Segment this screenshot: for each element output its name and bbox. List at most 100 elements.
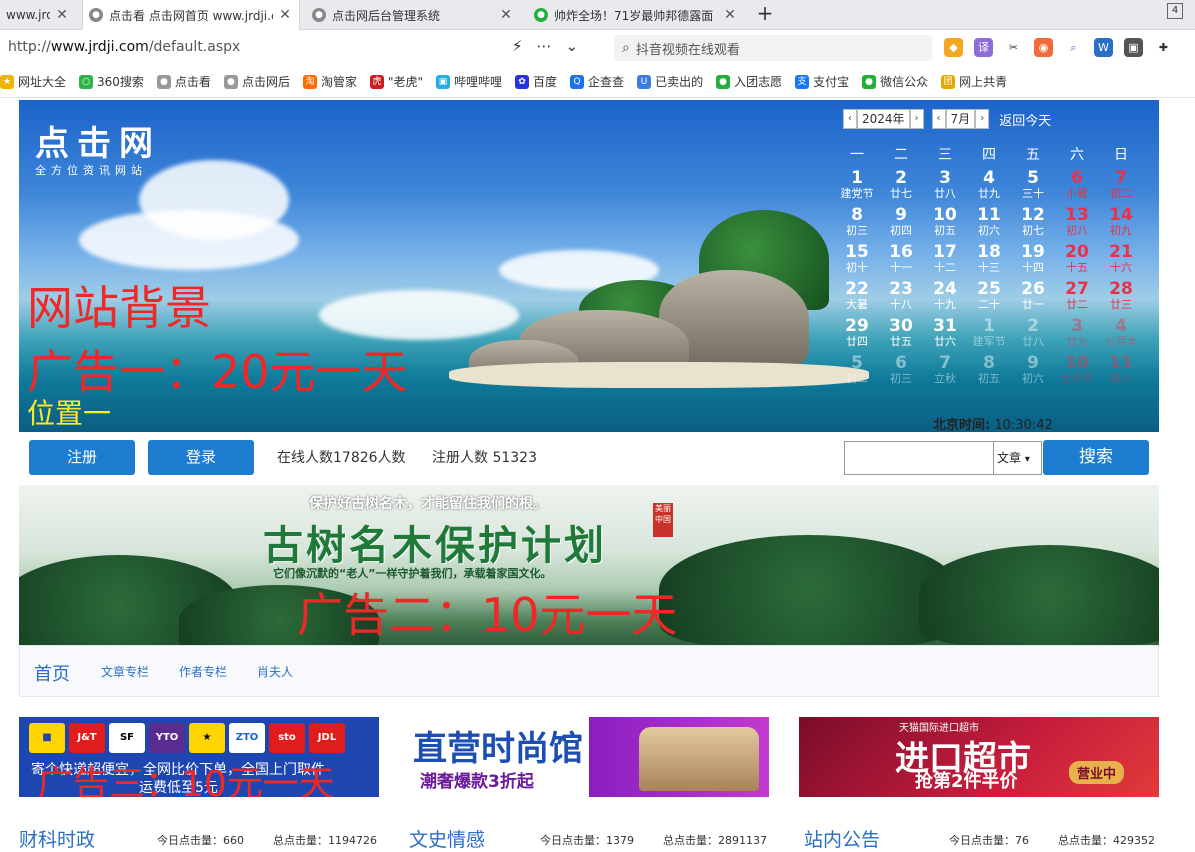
- calendar-day[interactable]: 8 初三: [835, 207, 879, 244]
- new-tab-button[interactable]: +: [754, 2, 776, 26]
- calendar-day[interactable]: 14 初九: [1099, 207, 1143, 244]
- browser-tab[interactable]: www.jrdji.com ✕: [0, 0, 76, 30]
- browser-tab-active[interactable]: ● 点击看 点击网首页 www.jrdji.com ✕: [82, 0, 300, 30]
- bookmark-item[interactable]: U 已卖出的: [637, 73, 703, 90]
- calendar-day[interactable]: 28 廿三: [1099, 281, 1143, 318]
- more-icon[interactable]: ⋯: [537, 37, 552, 55]
- ad3-courier-banner[interactable]: ■ J&T SF YTO ★ ZTO sto JDL 寄个快递超便宜，全网比价下…: [19, 717, 379, 797]
- ad2-banner[interactable]: 保护好古树名木，才能留住我们的根。 古树名木保护计划 美丽中国 它们像沉默的“老…: [19, 485, 1159, 645]
- calendar-day[interactable]: 2 廿八: [1011, 318, 1055, 355]
- bookmark-item[interactable]: Q 企查查: [570, 73, 624, 90]
- site-banner[interactable]: 点击网 全方位资讯网站 网站背景 广告一：20元一天 位置一 ‹ 2024年 ›…: [19, 100, 1159, 432]
- calendar-day[interactable]: 3 廿九: [1055, 318, 1099, 355]
- bookmark-item[interactable]: 虎 "老虎": [369, 73, 423, 90]
- browser-tab[interactable]: ● 帅炸全场！71岁最帅邦德露面 ✕: [528, 0, 744, 30]
- calendar-day[interactable]: 9 初六: [1011, 355, 1055, 392]
- calendar-day[interactable]: 20 十五: [1055, 244, 1099, 281]
- bookmark-item[interactable]: ● 入团志愿: [716, 73, 782, 90]
- bookmark-item[interactable]: 支支付宝: [795, 73, 849, 90]
- bookmark-item[interactable]: 淘淘管家: [302, 73, 357, 90]
- calendar-day[interactable]: 13 初八: [1055, 207, 1099, 244]
- calendar-day[interactable]: 3 廿八: [923, 170, 967, 207]
- calendar-day[interactable]: 17 十二: [923, 244, 967, 281]
- calendar-day[interactable]: 2 廿七: [879, 170, 923, 207]
- close-icon[interactable]: ✕: [277, 7, 293, 23]
- calendar-day[interactable]: 19 十四: [1011, 244, 1055, 281]
- calendar-day[interactable]: 15 初十: [835, 244, 879, 281]
- next-month-button[interactable]: ›: [975, 109, 990, 129]
- browser-tab[interactable]: ● 点击网后台管理系统 ✕: [306, 0, 520, 30]
- calendar-day[interactable]: 12 初七: [1011, 207, 1055, 244]
- calendar-day[interactable]: 7 初二: [1099, 170, 1143, 207]
- section-title[interactable]: 财科时政: [19, 825, 95, 852]
- calendar-day[interactable]: 5 初二: [835, 355, 879, 392]
- calendar-day[interactable]: 5 三十: [1011, 170, 1055, 207]
- shield-icon[interactable]: ◆: [944, 38, 963, 57]
- nav-home[interactable]: 首页: [34, 660, 70, 686]
- back-to-today-link[interactable]: 返回今天: [999, 110, 1051, 129]
- next-year-button[interactable]: ›: [909, 109, 924, 129]
- prev-year-button[interactable]: ‹: [843, 109, 857, 129]
- calendar-day[interactable]: 31 廿六: [923, 318, 967, 355]
- calendar-day[interactable]: 4 七月大: [1099, 318, 1143, 355]
- calendar-day[interactable]: 21 十六: [1099, 244, 1143, 281]
- site-logo[interactable]: 点击网: [35, 116, 161, 165]
- nav-author-column[interactable]: 作者专栏: [179, 663, 227, 680]
- calendar-day[interactable]: 22 大暑: [835, 281, 879, 318]
- year-select[interactable]: 2024年: [857, 109, 910, 129]
- ad3-fashion-banner[interactable]: 直营时尚馆 潮奢爆款3折起: [409, 717, 769, 797]
- puzzle-icon[interactable]: ✚: [1154, 38, 1173, 57]
- calendar-day[interactable]: 29 廿四: [835, 318, 879, 355]
- calendar-day[interactable]: 8 初五: [967, 355, 1011, 392]
- close-icon[interactable]: ✕: [54, 7, 70, 23]
- bookmark-item[interactable]: ● 点击看: [156, 73, 211, 90]
- month-select[interactable]: 7月: [945, 109, 976, 129]
- login-button[interactable]: 登录: [148, 440, 254, 475]
- bookmark-item[interactable]: 团网上共青: [941, 73, 1007, 90]
- calendar-day[interactable]: 27 廿二: [1055, 281, 1099, 318]
- word-icon[interactable]: W: [1094, 38, 1113, 57]
- calendar-day[interactable]: 7 立秋: [923, 355, 967, 392]
- bookmark-item[interactable]: ○ 360搜索: [79, 73, 144, 90]
- prev-month-button[interactable]: ‹: [931, 109, 946, 129]
- search-type-select[interactable]: 文章 ▾: [993, 441, 1042, 475]
- section-title[interactable]: 文史情感: [409, 825, 485, 852]
- chevron-down-icon[interactable]: ⌄: [566, 37, 579, 55]
- search-button[interactable]: 搜索: [1043, 440, 1149, 475]
- window-icon[interactable]: ▣: [1124, 38, 1143, 57]
- calendar-day[interactable]: 6 初三: [879, 355, 923, 392]
- calendar-day[interactable]: 10 七夕节: [1055, 355, 1099, 392]
- calendar-day[interactable]: 11 初六: [967, 207, 1011, 244]
- close-icon[interactable]: ✕: [722, 7, 738, 23]
- calendar-day[interactable]: 18 十三: [967, 244, 1011, 281]
- magnifier-icon[interactable]: ⌕: [1064, 38, 1083, 57]
- translate-icon[interactable]: 译: [974, 38, 993, 57]
- calendar-day[interactable]: 9 初四: [879, 207, 923, 244]
- calendar-day[interactable]: 4 廿九: [967, 170, 1011, 207]
- calendar-day[interactable]: 1 建军节: [967, 318, 1011, 355]
- nav-mrs-xiao[interactable]: 肖夫人: [257, 663, 293, 680]
- tab-count-badge[interactable]: 4: [1167, 3, 1183, 19]
- bookmark-item[interactable]: ★ 网址大全: [0, 73, 66, 90]
- url-field[interactable]: http://www.jrdji.com/default.aspx: [8, 39, 240, 55]
- game-icon[interactable]: ◉: [1034, 38, 1053, 57]
- calendar-day[interactable]: 16 十一: [879, 244, 923, 281]
- calendar-day[interactable]: 30 廿五: [879, 318, 923, 355]
- calendar-day[interactable]: 11 初八: [1099, 355, 1143, 392]
- site-search-input[interactable]: [844, 441, 994, 475]
- nav-article-column[interactable]: 文章专栏: [101, 663, 149, 680]
- ad3-import-market-banner[interactable]: 天猫国际进口超市 进口超市 抢第2件半价 营业中: [799, 717, 1159, 797]
- register-button[interactable]: 注册: [29, 440, 135, 475]
- bookmark-item[interactable]: ● 点击网后: [223, 73, 290, 90]
- calendar-day[interactable]: 26 廿一: [1011, 281, 1055, 318]
- close-icon[interactable]: ✕: [498, 7, 514, 23]
- browser-search-box[interactable]: ⌕ 抖音视频在线观看: [614, 35, 932, 61]
- calendar-day[interactable]: 24 十九: [923, 281, 967, 318]
- calendar-day[interactable]: 10 初五: [923, 207, 967, 244]
- scissors-icon[interactable]: ✂: [1004, 38, 1023, 57]
- calendar-day[interactable]: 25 二十: [967, 281, 1011, 318]
- calendar-day[interactable]: 1 建党节: [835, 170, 879, 207]
- calendar-day[interactable]: 23 十八: [879, 281, 923, 318]
- bookmark-item[interactable]: ● 微信公众: [862, 73, 928, 90]
- section-title[interactable]: 站内公告: [804, 825, 880, 852]
